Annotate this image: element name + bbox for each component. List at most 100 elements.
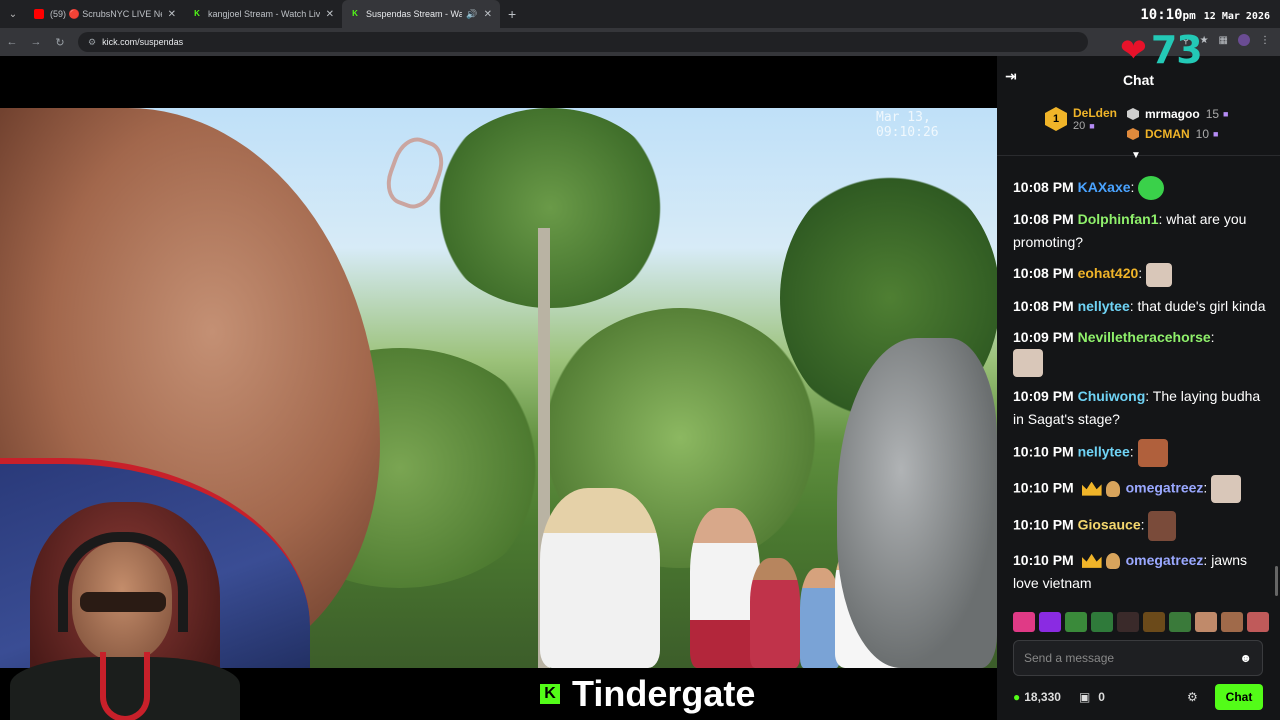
leaderboard-third[interactable]: DCMAN 10 ■ (1127, 127, 1218, 141)
url-input[interactable]: ⚙ kick.com/suspendas (78, 32, 1088, 52)
emote-button[interactable] (1143, 612, 1165, 632)
stone-statue (837, 338, 997, 668)
chat-message: 10:08 PM nellytee: that dude's girl kind… (1013, 297, 1266, 314)
leaderboard-entry: DeLden 20 ■ (1073, 106, 1117, 132)
chat-message: 10:10 PM nellytee: (1013, 438, 1268, 467)
more-menu-icon[interactable]: ⋮ (1260, 35, 1270, 46)
emote-button[interactable] (1195, 612, 1217, 632)
lanyard (100, 652, 150, 720)
expand-leaderboard-icon[interactable]: ▼ (1131, 150, 1141, 161)
forward-arrow-icon[interactable]: → (24, 36, 48, 48)
gift-icon: ■ (1213, 129, 1219, 139)
gift-icon[interactable]: ▣ (1079, 690, 1090, 704)
chat-username[interactable]: Giosauce (1078, 516, 1141, 532)
leaderboard-name: mrmagoo (1145, 107, 1200, 121)
reload-icon[interactable]: ↻ (48, 36, 72, 49)
tourist (800, 568, 840, 668)
emote-button[interactable] (1221, 612, 1243, 632)
emote-button[interactable] (1013, 612, 1035, 632)
chat-username[interactable]: nellytee (1078, 443, 1130, 459)
emote-button[interactable] (1169, 612, 1191, 632)
desktop-clock: 10:10pm 12 Mar 2026 (1140, 7, 1270, 23)
quick-emote-tray (1013, 612, 1269, 632)
chat-username[interactable]: Chuiwong (1078, 388, 1146, 404)
crown-badge-icon (1081, 553, 1102, 568)
close-tab-icon[interactable]: ✕ (484, 9, 492, 20)
browser-tab-3[interactable]: K Suspendas Stream - Watch 🔊 ✕ (342, 0, 500, 28)
tab-search-icon[interactable]: ⌄ (0, 0, 26, 28)
leaderboard-count: 20 ■ (1073, 120, 1095, 132)
chat-title: Chat (1122, 72, 1155, 88)
face-emote-icon (1137, 438, 1168, 467)
chat-username[interactable]: Dolphinfan1 (1078, 211, 1159, 227)
chat-scrollbar[interactable] (1275, 566, 1278, 596)
heart-icon: ❤ (1120, 32, 1147, 68)
emote-button[interactable] (1091, 612, 1113, 632)
chat-username[interactable]: eohat420 (1078, 265, 1139, 281)
url-text: kick.com/suspendas (102, 37, 184, 47)
chat-message: 10:08 PM Dolphinfan1: what are you promo… (1013, 211, 1247, 251)
tab-title: (59) 🔴 ScrubsNYC LIVE New Y (50, 8, 162, 19)
emote-button[interactable] (1247, 612, 1269, 632)
close-tab-icon[interactable]: ✕ (168, 9, 176, 20)
emote-button[interactable] (1065, 612, 1087, 632)
chat-username[interactable]: omegatreez (1126, 479, 1204, 495)
chat-username[interactable]: nellytee (1078, 298, 1130, 314)
crown-badge-icon (1081, 481, 1102, 496)
leaderboard-name: DCMAN (1145, 127, 1190, 141)
video-player[interactable]: Mar 13, 09:10:26 K Tindergate (0, 56, 997, 720)
leaderboard-second[interactable]: mrmagoo 15 ■ (1127, 107, 1228, 121)
speaker-icon[interactable]: 🔊 (466, 9, 477, 20)
clock-time: 10:10pm (1140, 7, 1196, 23)
palm-tree (430, 108, 670, 308)
profile-avatar[interactable] (1238, 34, 1250, 46)
leaderboard-name: DeLden (1073, 106, 1118, 120)
chat-footer: ● 18,330 ▣ 0 ⚙ Chat (1013, 684, 1263, 710)
channel-points-icon[interactable]: ● (1013, 690, 1020, 704)
chat-message: 10:10 PM omegatreez: jawns love vietnam (1013, 551, 1247, 591)
browser-tab-2[interactable]: K kangjoel Stream - Watch Live o ✕ (184, 0, 342, 28)
face-emote-icon (1148, 510, 1177, 541)
channel-points-value: 18,330 (1024, 690, 1061, 704)
close-tab-icon[interactable]: ✕ (326, 9, 334, 20)
chat-username[interactable]: Nevilletheracehorse (1078, 329, 1211, 345)
chat-message: 10:09 PM Nevilletheracehorse: (1013, 326, 1268, 377)
frog-emote-icon (1138, 176, 1165, 201)
chat-input-placeholder: Send a message (1024, 651, 1115, 665)
brand-banner: K Tindergate (250, 668, 997, 720)
back-arrow-icon[interactable]: ← (0, 36, 24, 48)
gift-icon: ■ (1223, 109, 1229, 119)
chat-username[interactable]: KAXaxe (1078, 179, 1131, 195)
emote-button[interactable] (1039, 612, 1061, 632)
chat-username[interactable]: omegatreez (1126, 552, 1204, 568)
cat-emote-icon (1211, 474, 1242, 503)
browser-tab-1[interactable]: (59) 🔴 ScrubsNYC LIVE New Y ✕ (26, 0, 184, 28)
cat-emote-icon (1146, 262, 1173, 287)
hat-badge-icon (1105, 552, 1120, 569)
banner-text: Tindergate (572, 673, 756, 714)
gift-icon: ■ (1089, 121, 1095, 131)
video-timestamp: Mar 13, 09:10:26 (876, 110, 939, 140)
leaderboard-count: 10 (1195, 127, 1210, 141)
chat-settings-gear-icon[interactable]: ⚙ (1187, 690, 1198, 704)
chat-message-input[interactable]: Send a message ☻ (1013, 640, 1263, 676)
rank-badge: 1 (1045, 107, 1067, 131)
chat-message: 10:08 PM KAXaxe: (1013, 176, 1268, 201)
chat-message: 10:10 PM omegatreez: (1013, 474, 1268, 503)
gift-leaderboard: 1 DeLden 20 ■ (997, 96, 1280, 156)
kick-logo-icon: K (540, 684, 560, 704)
kick-icon: K (352, 9, 358, 18)
browser-tab-bar: ⌄ (59) 🔴 ScrubsNYC LIVE New Y ✕ K kangjo… (0, 0, 1280, 28)
collapse-chat-icon[interactable]: ⇥ (1005, 68, 1017, 85)
cat-emote-icon (1013, 348, 1043, 377)
heart-count: 73 (1150, 28, 1203, 72)
emoji-picker-icon[interactable]: ☻ (1239, 651, 1252, 665)
leaderboard-first[interactable]: 1 DeLden 20 ■ (1045, 106, 1117, 132)
new-tab-button[interactable]: + (508, 6, 516, 22)
emote-button[interactable] (1117, 612, 1139, 632)
site-info-icon[interactable]: ⚙ (88, 37, 96, 48)
sunglasses (80, 592, 166, 612)
send-chat-button[interactable]: Chat (1215, 684, 1263, 710)
clock-date: 12 Mar 2026 (1203, 11, 1270, 22)
youtube-icon (34, 9, 44, 19)
